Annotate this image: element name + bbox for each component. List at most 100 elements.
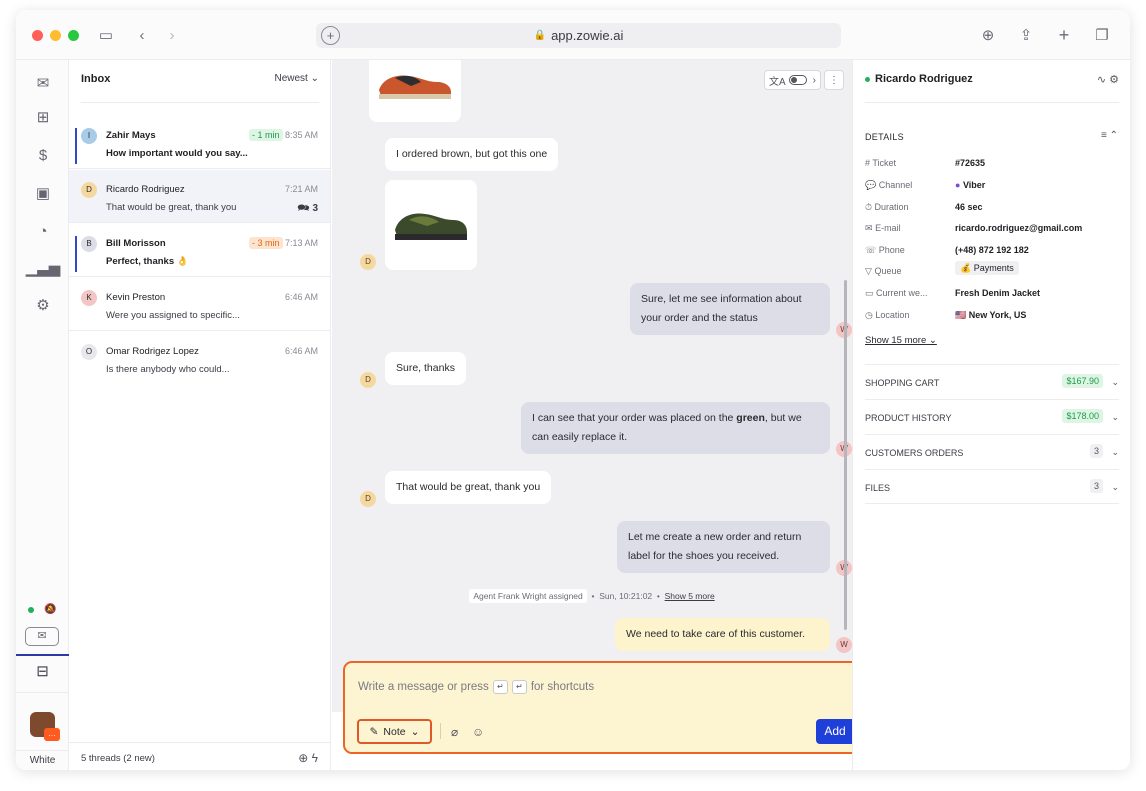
chat-scrollbar[interactable] [844,280,847,630]
chevron-down-icon: ⌄ [1111,447,1119,457]
globe-icon: ◷ [865,310,873,320]
placeholder-text: for shortcuts [530,681,595,693]
activity-icon[interactable]: ∿ [1097,74,1106,86]
message-count-value: 3 [312,203,318,214]
detail-value[interactable]: (+48) 872 192 182 [955,245,1029,255]
detail-key-label: Phone [878,245,905,255]
chevron-down-icon: ⌄ [1111,377,1119,387]
thread-time: 6:46 AM [284,346,318,356]
details-header-actions: ≡ ⌃ [1101,130,1118,141]
thread-item[interactable]: B Bill Morisson - 3 min 7:13 AM Perfect,… [69,224,330,277]
mode-label: Note [383,725,406,738]
tabs-overview-icon[interactable]: ❐ [1092,25,1112,45]
customer-name: Ricardo Rodriguez [875,73,973,85]
sort-dropdown[interactable]: Newest ⌄ [274,73,319,102]
maximize-window-button[interactable] [68,30,79,41]
avatar: K [81,290,97,306]
contact-card-icon[interactable]: ▣ [32,182,54,204]
download-icon[interactable]: ⊕ [978,25,998,45]
chevron-up-icon[interactable]: ⌃ [1110,130,1118,141]
customer-message: I ordered brown, but got this one [385,138,559,171]
thread-item[interactable]: K Kevin Preston 6:46 AM Were you assigne… [69,278,330,331]
detail-key-label: Channel [878,180,913,190]
funnel-icon: ▽ [865,266,872,276]
gear-icon[interactable]: ⚙ [32,294,54,316]
thread-name: Bill Morisson [106,238,166,249]
notifications-off-icon[interactable]: 🔕 [44,604,56,615]
message-composer[interactable]: Write a message or press ↵ ↵ for shortcu… [343,661,890,754]
emoji-icon[interactable]: ☺ [472,725,484,739]
dollar-icon[interactable]: $ [32,144,54,166]
shoe-image [379,75,451,99]
accordion-value: 3 [1089,444,1103,458]
bar-chart-icon[interactable]: ▁▃▅ [26,257,61,279]
avatar: I [81,128,97,144]
browser-titlebar: ▭ ‹ › + 🔒 app.zowie.ai ⊕ ⇪ + ❐ [16,10,1130,60]
accordion-label: PRODUCT HISTORY [865,413,952,423]
accordion-product-history[interactable]: PRODUCT HISTORY $178.00 ⌄ [865,399,1119,434]
gauge-icon[interactable]: ◔ [32,220,54,242]
detail-key: ▽ Queue [865,266,950,277]
mail-icon[interactable]: ✉ [32,72,54,94]
minimize-window-button[interactable] [50,30,61,41]
unread-indicator [75,236,77,272]
thread-item[interactable]: D Ricardo Rodriguez 7:21 AM That would b… [69,170,330,223]
detail-key: ◷ Location [865,310,950,321]
lock-icon: 🔒 [533,30,547,41]
new-tab-icon[interactable]: + [321,26,340,45]
close-window-button[interactable] [32,30,43,41]
accordion-shopping-cart[interactable]: SHOPPING CART $167.90 ⌄ [865,364,1119,399]
translate-toggle[interactable]: 文A › [763,70,821,90]
product-image-card[interactable] [385,180,477,270]
composer-input[interactable]: Write a message or press ↵ ↵ for shortcu… [358,680,594,694]
plus-icon[interactable]: + [1054,25,1074,45]
add-button[interactable]: Add [816,719,854,744]
queue-tag[interactable]: 💰 Payments [955,261,1019,275]
workspace-label[interactable]: White [16,750,69,770]
lightning-icon[interactable]: ϟ [312,751,318,765]
thread-item[interactable]: I Zahir Mays - 1 min 8:35 AM How importa… [69,116,330,169]
thread-preview: Were you assigned to specific... [106,310,240,321]
settings-icon[interactable]: ⚙ [1109,74,1119,86]
status-indicator[interactable]: 🔕 [28,604,56,615]
address-bar[interactable]: + 🔒 app.zowie.ai [316,23,841,48]
filter-icon[interactable]: ≡ [1101,130,1107,141]
compose-mail-icon[interactable]: ✉ [25,627,59,646]
globe-icon[interactable]: ⊕ [298,751,308,765]
thread-preview: That would be great, thank you [106,202,237,213]
more-options-icon[interactable]: ⋮ [824,70,844,90]
detail-key: ⏱ Duration [865,202,950,213]
back-icon[interactable]: ‹ [132,25,152,45]
show-more-events-link[interactable]: Show 5 more [665,591,715,601]
detail-value: ● Viber [955,180,985,190]
share-icon[interactable]: ⇪ [1016,25,1036,45]
detail-value[interactable]: ricardo.rodriguez@gmail.com [955,223,1082,233]
attachment-icon[interactable]: ⌀ [451,725,458,739]
toggle-switch[interactable] [788,75,807,85]
sidebar-toggle-icon[interactable]: ▭ [96,25,116,45]
thread-time: 7:21 AM [284,184,318,194]
forward-icon[interactable]: › [162,25,182,45]
show-more-details-link[interactable]: Show 15 more ⌄ [865,335,937,346]
detail-key-label: Location [875,310,910,320]
inbox-panel: Inbox Newest ⌄ I Zahir Mays - 1 min 8:35… [69,60,331,770]
thread-name: Omar Rodrigez Lopez [106,346,199,357]
detail-key-label: Duration [874,202,909,212]
thread-count: 5 threads (2 new) [81,753,155,764]
chevron-right-icon[interactable]: › [813,75,816,86]
thread-name: Ricardo Rodriguez [106,184,185,195]
accordion-customers-orders[interactable]: CUSTOMERS ORDERS 3 ⌄ [865,434,1119,469]
inbox-tray-icon[interactable]: ⊟ [16,654,69,686]
message-mode-dropdown[interactable]: ✎ Note ⌄ [357,719,432,744]
accordion-label: CUSTOMERS ORDERS [865,448,964,458]
grid-icon[interactable]: ⊞ [32,106,54,128]
thread-time: 8:35 AM [284,130,318,140]
product-image-card[interactable] [369,60,461,122]
customer-avatar: D [360,254,376,270]
message-text: I can see that your order was placed on … [532,412,737,424]
avatar: B [81,236,97,252]
rail-divider [16,692,69,693]
accordion-files[interactable]: FILES 3 ⌄ [865,469,1119,504]
detail-key-label: Current we... [876,288,928,298]
thread-item[interactable]: O Omar Rodrigez Lopez 6:46 AM Is there a… [69,332,330,385]
